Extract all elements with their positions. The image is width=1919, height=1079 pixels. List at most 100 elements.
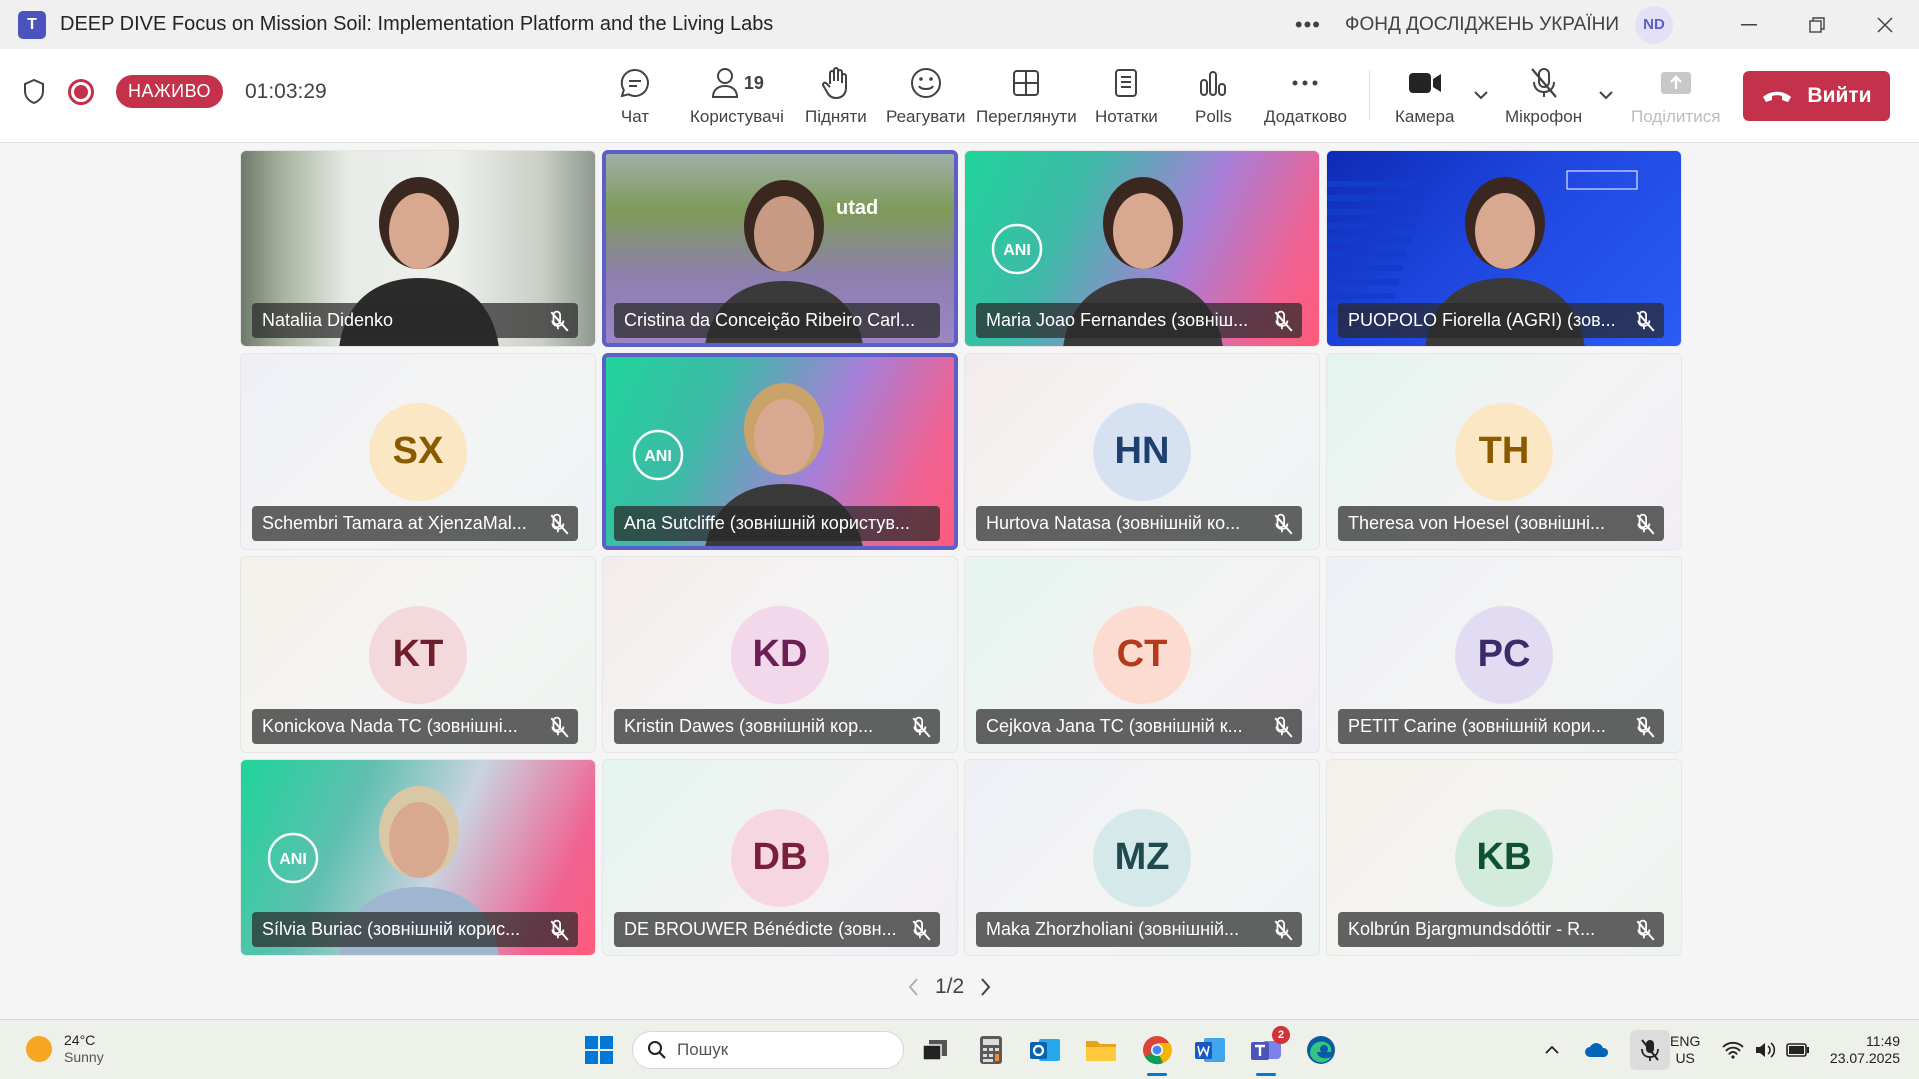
volume-icon <box>1756 1042 1776 1058</box>
participant-tile[interactable]: KD Kristin Dawes (зовнішній кор... <box>602 556 958 753</box>
language-indicator[interactable]: ENG US <box>1670 1033 1700 1067</box>
participant-name: Theresa von Hoesel (зовнішні... <box>1348 513 1606 533</box>
word-icon <box>1195 1038 1225 1062</box>
people-label: Користувачі <box>690 107 784 126</box>
wifi-icon <box>1722 1041 1744 1059</box>
participant-avatar: SX <box>369 402 467 501</box>
participant-tile[interactable]: KB Kolbrún Bjargmundsdóttir - R... <box>1326 759 1682 956</box>
camera-label: Камера <box>1395 107 1455 126</box>
microphone-button[interactable]: Мікрофон <box>1505 61 1582 137</box>
teams-taskbar-app[interactable]: 2 <box>1246 1026 1290 1076</box>
participant-tile[interactable]: HN Hurtova Natasa (зовнішній ко... <box>964 353 1320 550</box>
gallery-pager: 1/2 <box>905 975 994 999</box>
participant-nameplate: Ana Sutcliffe (зовнішній користув... <box>614 506 940 541</box>
more-button[interactable]: Додатково <box>1264 61 1347 137</box>
mic-muted-icon <box>1636 513 1655 535</box>
leave-button[interactable]: Вийти <box>1743 71 1890 121</box>
camera-options-chevron-icon[interactable] <box>1471 85 1491 105</box>
raise-hand-button[interactable]: Підняти <box>805 61 867 137</box>
meeting-toolbar: НАЖИВО 01:03:29 Чат 19 Користувачі Підня… <box>0 49 1919 143</box>
mic-muted-icon <box>1636 310 1655 332</box>
word-app[interactable] <box>1190 1030 1230 1070</box>
mic-muted-icon <box>550 919 569 941</box>
polls-button[interactable]: Polls <box>1195 61 1232 137</box>
more-options-icon[interactable]: ••• <box>1295 12 1321 38</box>
participant-nameplate: Schembri Tamara at XjenzaMal... <box>252 506 578 541</box>
weather-widget[interactable]: 24°C Sunny <box>26 1032 104 1066</box>
participant-tile[interactable]: PC PETIT Carine (зовнішній кори... <box>1326 556 1682 753</box>
participant-tile[interactable]: PUOPOLO Fiorella (AGRI) (зов... <box>1326 150 1682 347</box>
mic-muted-icon <box>1274 513 1293 535</box>
participant-tile[interactable]: MZ Maka Zhorzholiani (зовнішній... <box>964 759 1320 956</box>
participant-name: DE BROUWER Bénédicte (зовн... <box>624 919 897 939</box>
participant-avatar: MZ <box>1093 808 1191 907</box>
participant-tile[interactable]: ANI Sílvia Buriac (зовнішній корис... <box>240 759 596 956</box>
language-code: ENG <box>1670 1033 1701 1049</box>
participant-tile[interactable]: utad Cristina da Conceição Ribeiro Carl..… <box>602 150 958 347</box>
taskbar-search[interactable]: Пошук <box>632 1031 904 1069</box>
participant-tile[interactable]: KT Konickova Nada TC (зовнішні... <box>240 556 596 753</box>
smiley-icon <box>910 68 941 98</box>
mic-muted-icon <box>1274 716 1293 738</box>
task-view-button[interactable] <box>915 1030 955 1070</box>
participant-nameplate: PETIT Carine (зовнішній кори... <box>1338 709 1664 744</box>
onedrive-icon[interactable] <box>1584 1041 1610 1059</box>
mic-muted-icon <box>912 919 931 941</box>
edge-app[interactable] <box>1301 1030 1341 1070</box>
participant-tile[interactable]: ANI Ana Sutcliffe (зовнішній користув... <box>602 353 958 550</box>
participant-name: Ana Sutcliffe (зовнішній користув... <box>624 513 910 533</box>
participant-tile[interactable]: CT Cejkova Jana TC (зовнішній к... <box>964 556 1320 753</box>
shield-icon[interactable] <box>22 78 46 106</box>
close-window-button[interactable] <box>1851 0 1919 49</box>
participant-tile[interactable]: DB DE BROUWER Bénédicte (зовн... <box>602 759 958 956</box>
teams-running-indicator <box>1256 1073 1276 1076</box>
calculator-app[interactable] <box>971 1030 1011 1070</box>
chat-button[interactable]: Чат <box>618 61 652 137</box>
search-icon <box>648 1041 666 1059</box>
restore-button[interactable] <box>1783 0 1851 49</box>
participant-name: Maka Zhorzholiani (зовнішній... <box>986 919 1240 939</box>
people-button[interactable]: 19 Користувачі <box>690 61 784 137</box>
next-page-icon[interactable] <box>976 976 994 998</box>
participant-name: Hurtova Natasa (зовнішній ко... <box>986 513 1241 533</box>
view-button[interactable]: Переглянути <box>976 61 1077 137</box>
quick-settings[interactable] <box>1722 1020 1810 1079</box>
share-button[interactable]: Поділитися <box>1631 61 1720 137</box>
participant-tile[interactable]: Nataliia Didenko <box>240 150 596 347</box>
participant-avatar: DB <box>731 808 829 907</box>
previous-page-icon[interactable] <box>905 976 923 998</box>
minimize-button[interactable] <box>1715 0 1783 49</box>
camera-icon <box>1408 73 1441 93</box>
participant-nameplate: Cristina da Conceição Ribeiro Carl... <box>614 303 940 338</box>
participant-tile[interactable]: ANI Maria Joao Fernandes (зовніш... <box>964 150 1320 347</box>
chrome-app[interactable] <box>1137 1030 1177 1076</box>
react-label: Реагувати <box>886 107 966 126</box>
start-button[interactable] <box>579 1030 619 1070</box>
chevron-up-icon[interactable] <box>1542 1040 1562 1060</box>
system-clock[interactable]: 11:49 23.07.2025 <box>1820 1033 1900 1067</box>
camera-button[interactable]: Камера <box>1395 61 1454 137</box>
mic-muted-tray-button[interactable] <box>1630 1030 1670 1070</box>
participant-name: Sílvia Buriac (зовнішній корис... <box>262 919 521 939</box>
people-icon <box>711 68 738 98</box>
participant-avatar: KB <box>1455 808 1553 907</box>
participant-nameplate: Theresa von Hoesel (зовнішні... <box>1338 506 1664 541</box>
region-code: US <box>1675 1050 1695 1066</box>
react-button[interactable]: Реагувати <box>886 61 965 137</box>
user-avatar[interactable]: ND <box>1635 5 1673 44</box>
participant-tile[interactable]: SX Schembri Tamara at XjenzaMal... <box>240 353 596 550</box>
participant-avatar: KD <box>731 605 829 704</box>
participant-nameplate: Maria Joao Fernandes (зовніш... <box>976 303 1302 338</box>
hang-up-icon <box>1763 91 1792 102</box>
participant-name: Kolbrún Bjargmundsdóttir - R... <box>1348 919 1596 939</box>
polls-label: Polls <box>1195 107 1232 126</box>
notes-button[interactable]: Нотатки <box>1095 61 1158 137</box>
mic-options-chevron-icon[interactable] <box>1596 85 1616 105</box>
org-name: ФОНД ДОСЛІДЖЕНЬ УКРАЇНИ <box>1345 13 1619 35</box>
participant-tile[interactable]: TH Theresa von Hoesel (зовнішні... <box>1326 353 1682 550</box>
leave-label: Вийти <box>1807 84 1872 107</box>
file-explorer-app[interactable] <box>1081 1030 1121 1070</box>
task-view-icon <box>922 1040 947 1061</box>
chat-icon <box>620 68 649 98</box>
outlook-app[interactable] <box>1025 1030 1065 1070</box>
